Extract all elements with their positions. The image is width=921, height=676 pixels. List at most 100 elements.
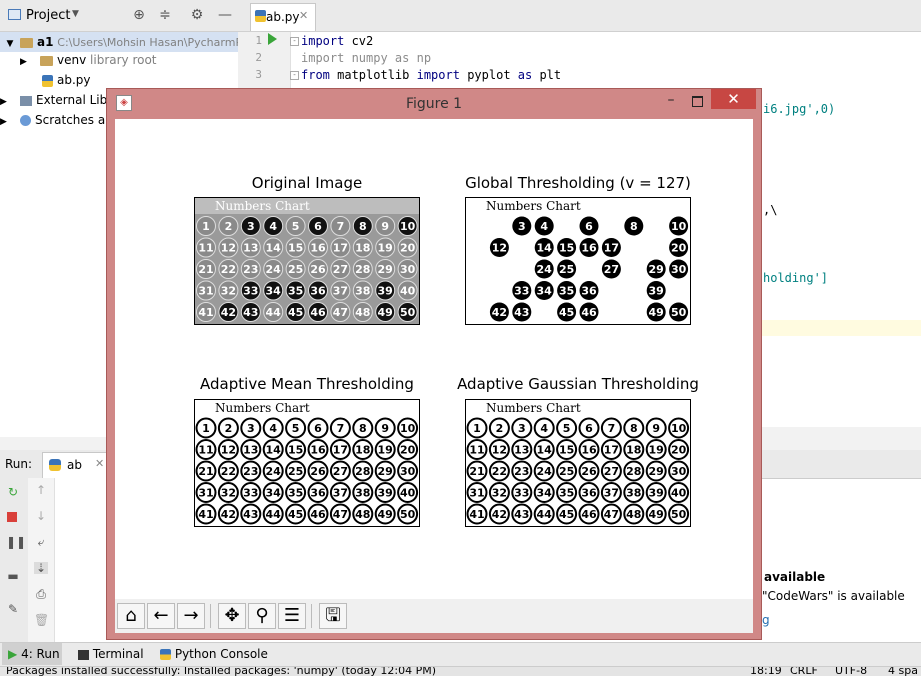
- svg-text:39: 39: [378, 285, 393, 298]
- soft-wrap-icon[interactable]: ⤶: [34, 536, 48, 548]
- forward-icon[interactable]: →: [177, 603, 205, 629]
- keyword: as: [517, 68, 533, 82]
- python-icon: [49, 459, 61, 471]
- number-circle: 17: [329, 439, 351, 460]
- chevron-right-icon[interactable]: ▶: [0, 112, 20, 132]
- svg-text:7: 7: [608, 422, 616, 435]
- layout-icon[interactable]: ▬: [6, 570, 20, 582]
- svg-text:43: 43: [243, 508, 258, 521]
- svg-text:35: 35: [288, 487, 303, 500]
- save-icon[interactable]: 🖫: [319, 603, 347, 629]
- svg-text:2: 2: [496, 422, 504, 435]
- number-circle: 18: [352, 237, 373, 258]
- number-circle: 31: [196, 280, 216, 301]
- svg-text:29: 29: [649, 465, 664, 478]
- svg-text:40: 40: [400, 285, 416, 298]
- tree-row-scratches[interactable]: ▶ Scratches and: [0, 110, 120, 130]
- maximize-button[interactable]: [684, 92, 710, 110]
- numbers-chart-svg: Numbers Chart1 2 3 4 5 6 7 8 9 1011 12 13 14 15 16 17 18…: [195, 198, 419, 324]
- tree-row-root[interactable]: ▼ a1 C:\Users\Mohsin Hasan\PycharmP: [0, 32, 242, 54]
- back-icon[interactable]: ←: [147, 603, 175, 629]
- svg-text:25: 25: [288, 263, 303, 276]
- code-line-2: import numpy as np: [301, 51, 432, 65]
- up-arrow-icon[interactable]: ↑: [34, 484, 48, 496]
- gear-icon[interactable]: ⚙: [188, 6, 206, 24]
- tree-row-venv[interactable]: ▶ venv library root: [20, 50, 157, 70]
- svg-text:44: 44: [266, 306, 282, 319]
- svg-text:28: 28: [355, 465, 370, 478]
- collapse-icon[interactable]: ≑: [156, 6, 174, 24]
- svg-text:42: 42: [492, 508, 507, 521]
- number-circle: 39: [645, 482, 667, 503]
- home-icon[interactable]: ⌂: [117, 603, 145, 629]
- chevron-down-icon[interactable]: ▼: [72, 9, 79, 19]
- number-circle: 8: [623, 417, 645, 439]
- number-circle: 21: [196, 259, 216, 279]
- trash-icon[interactable]: 🗑: [34, 614, 49, 626]
- number-circle: 9: [374, 417, 396, 439]
- print-icon[interactable]: ⎙: [34, 588, 48, 600]
- svg-text:39: 39: [649, 285, 664, 298]
- svg-text:1: 1: [202, 220, 210, 233]
- project-title[interactable]: Project: [26, 8, 70, 23]
- stop-icon[interactable]: [7, 512, 17, 522]
- svg-text:24: 24: [537, 465, 553, 478]
- svg-text:9: 9: [652, 422, 660, 435]
- svg-text:17: 17: [333, 242, 348, 255]
- svg-text:19: 19: [649, 444, 664, 457]
- tab-python-console[interactable]: Python Console: [160, 647, 268, 661]
- number-circle: 35: [556, 482, 578, 503]
- number-circle: 41: [196, 302, 216, 322]
- close-icon[interactable]: ✕: [95, 457, 104, 470]
- keyword: import: [301, 34, 345, 48]
- fold-icon[interactable]: -: [290, 71, 299, 80]
- scroll-to-end-icon[interactable]: ⇣: [34, 562, 48, 574]
- svg-text:13: 13: [514, 444, 529, 457]
- number-circle: 46: [308, 302, 328, 322]
- number-circle: 5: [285, 216, 306, 236]
- svg-text:11: 11: [198, 444, 213, 457]
- chevron-right-icon[interactable]: ▶: [0, 92, 20, 112]
- number-circle: 4: [534, 216, 554, 236]
- tree-row-external[interactable]: ▶ External Libra: [0, 90, 120, 110]
- svg-text:26: 26: [581, 465, 597, 478]
- tab-ab-py[interactable]: ab.py ✕: [250, 3, 316, 31]
- fold-icon[interactable]: -: [290, 37, 299, 46]
- svg-text:42: 42: [221, 508, 236, 521]
- numbers-chart-svg: Numbers Chart1 2 3 4 5 6 7 8 9 1011 12 13 14 15 16 17 18…: [195, 400, 419, 526]
- configure-icon[interactable]: ☰: [278, 603, 306, 629]
- pin-icon[interactable]: ✎: [6, 603, 20, 615]
- number-circle: 26: [307, 460, 329, 482]
- svg-text:25: 25: [559, 465, 574, 478]
- chevron-down-icon[interactable]: ▼: [0, 34, 20, 54]
- number-circle: 2: [488, 417, 510, 439]
- notification-link[interactable]: g: [762, 613, 770, 627]
- run-gutter-icon[interactable]: [268, 33, 277, 45]
- number-circle: 6: [579, 216, 599, 236]
- close-button[interactable]: ✕: [711, 89, 756, 109]
- number-circle: 27: [600, 460, 622, 482]
- svg-text:8: 8: [630, 220, 638, 233]
- number-circle: 35: [285, 482, 307, 503]
- pan-icon[interactable]: ✥: [218, 603, 246, 629]
- terminal-icon: [78, 649, 89, 660]
- svg-text:19: 19: [378, 242, 393, 255]
- number-circle: 25: [285, 460, 307, 482]
- svg-text:33: 33: [243, 487, 258, 500]
- down-arrow-icon[interactable]: ↓: [34, 510, 48, 522]
- tab-terminal[interactable]: Terminal: [78, 647, 144, 661]
- minimize-icon[interactable]: —: [216, 6, 234, 24]
- library-icon: [20, 95, 32, 106]
- tree-row-ab-py[interactable]: ab.py: [42, 70, 91, 90]
- run-config-tab[interactable]: ab ✕: [42, 452, 108, 479]
- minimize-button[interactable]: –: [658, 92, 684, 110]
- close-icon[interactable]: ✕: [299, 9, 308, 22]
- pause-icon[interactable]: ❚❚: [6, 536, 26, 548]
- chevron-right-icon[interactable]: ▶: [20, 52, 40, 72]
- crosshair-icon[interactable]: ⊕: [130, 6, 148, 24]
- rerun-icon[interactable]: ↻: [6, 486, 20, 498]
- svg-text:38: 38: [355, 487, 370, 500]
- chart-header-text: Numbers Chart: [215, 199, 310, 213]
- tab-run[interactable]: ▶ 4: Run: [8, 647, 60, 661]
- zoom-icon[interactable]: ⚲: [248, 603, 276, 629]
